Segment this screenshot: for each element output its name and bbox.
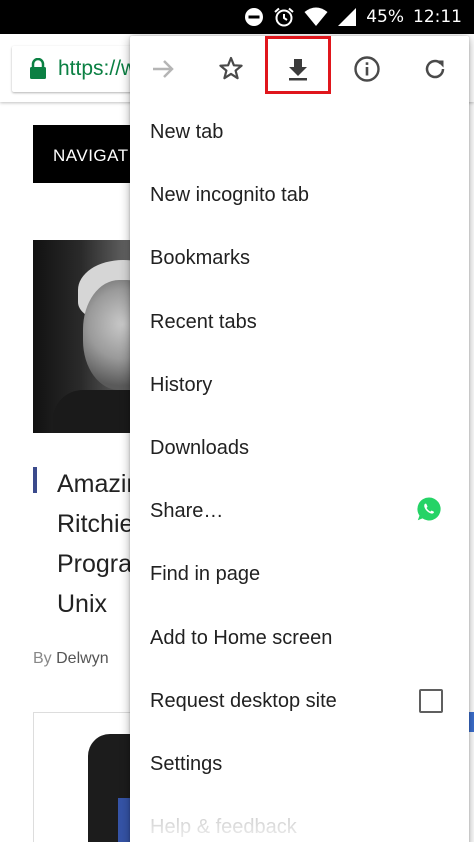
menu-item-request-desktop-site[interactable]: Request desktop site	[130, 670, 469, 733]
menu-item-label: New tab	[150, 121, 224, 144]
menu-item-find-in-page[interactable]: Find in page	[130, 543, 469, 606]
menu-item-label: History	[150, 373, 213, 396]
byline-author[interactable]: Delwyn	[56, 650, 108, 667]
info-icon	[354, 56, 380, 82]
do-not-disturb-icon	[245, 8, 264, 26]
refresh-icon	[425, 59, 445, 79]
menu-item-label: Downloads	[150, 437, 249, 460]
forward-icon	[153, 60, 174, 78]
byline-prefix: By	[33, 650, 52, 667]
menu-item-downloads[interactable]: Downloads	[130, 417, 469, 480]
menu-item-recent-tabs[interactable]: Recent tabs	[130, 291, 469, 354]
menu-item-bookmarks[interactable]: Bookmarks	[130, 227, 469, 290]
overflow-menu: New tab New incognito tab Bookmarks Rece…	[130, 36, 469, 842]
battery-percent: 45%	[366, 7, 404, 27]
menu-item-label: New incognito tab	[150, 184, 309, 207]
menu-item-label: Bookmarks	[150, 247, 251, 270]
download-highlight-box	[265, 36, 331, 94]
page-info-button[interactable]	[342, 44, 392, 94]
bookmark-star-icon	[219, 56, 243, 80]
refresh-button[interactable]	[410, 44, 460, 94]
status-icons: 45% 12:11	[244, 0, 462, 34]
menu-item-new-tab[interactable]: New tab	[130, 101, 469, 164]
bookmark-star-button[interactable]	[206, 44, 256, 94]
clock: 12:11	[413, 7, 462, 27]
share-target-button[interactable]	[415, 495, 443, 529]
menu-item-label: Recent tabs	[150, 310, 257, 333]
wifi-icon	[304, 7, 328, 26]
menu-item-add-to-home-screen[interactable]: Add to Home screen	[130, 607, 469, 670]
menu-item-share[interactable]: Share…	[130, 480, 469, 543]
alarm-icon	[274, 7, 294, 27]
menu-item-settings[interactable]: Settings	[130, 733, 469, 796]
cellular-signal-icon	[338, 8, 357, 26]
menu-item-label: Help & feedback	[150, 816, 297, 839]
menu-item-label: Share…	[150, 500, 224, 523]
menu-item-label: Find in page	[150, 563, 261, 586]
menu-icon-row	[130, 36, 469, 101]
lock-icon	[30, 58, 46, 79]
menu-item-label: Request desktop site	[150, 689, 337, 712]
menu-item-history[interactable]: History	[130, 354, 469, 417]
whatsapp-icon	[417, 497, 441, 521]
forward-button[interactable]	[138, 44, 188, 94]
menu-item-new-incognito-tab[interactable]: New incognito tab	[130, 164, 469, 227]
menu-item-label: Add to Home screen	[150, 626, 333, 649]
url-text: https://w	[58, 57, 137, 80]
title-accent-bar	[33, 467, 37, 493]
article-byline: By Delwyn	[33, 650, 109, 668]
screen: 45% 12:11 https://w NAVIGATION Amazing R…	[0, 0, 474, 842]
menu-items: New tab New incognito tab Bookmarks Rece…	[130, 101, 469, 842]
status-bar: 45% 12:11	[0, 0, 474, 34]
request-desktop-checkbox[interactable]	[419, 689, 443, 714]
menu-item-label: Settings	[150, 752, 223, 775]
menu-item-help-feedback[interactable]: Help & feedback	[130, 796, 469, 842]
